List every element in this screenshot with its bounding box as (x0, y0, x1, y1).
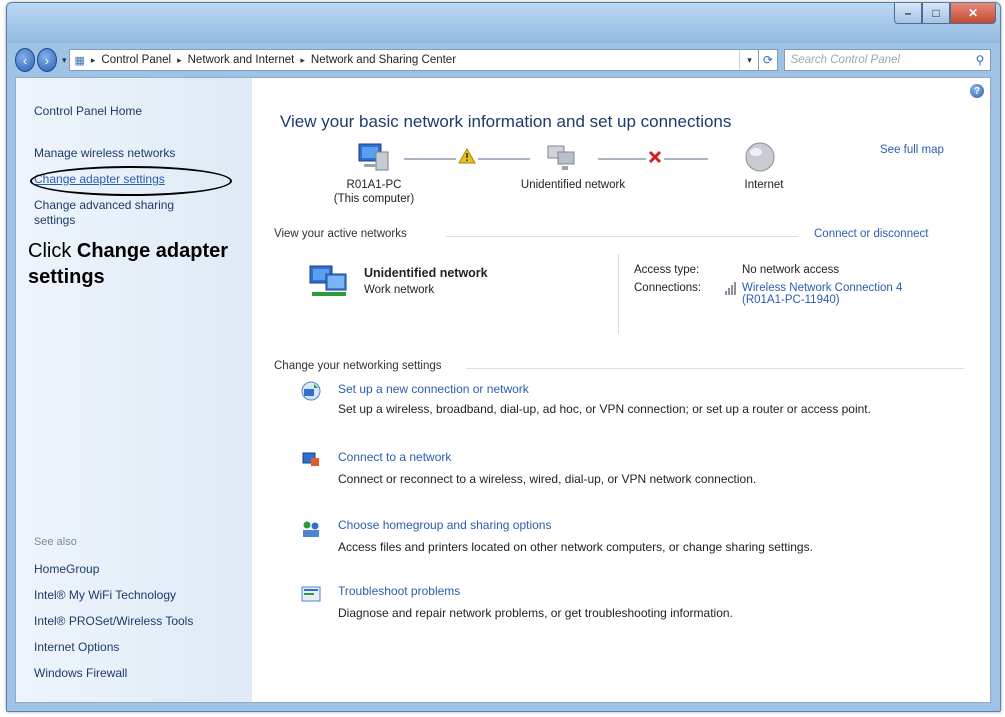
connections-label: Connections: (634, 282, 702, 294)
breadcrumb-control-panel[interactable]: Control Panel (101, 54, 171, 66)
instruction-callout: Click Change adapter settings (28, 238, 248, 290)
forward-button[interactable]: › (36, 48, 57, 72)
map-connector (478, 158, 530, 160)
map-connector (404, 158, 456, 160)
access-type-label: Access type: (634, 264, 700, 276)
active-network-type[interactable]: Work network (364, 284, 434, 296)
new-connection-icon (301, 381, 321, 401)
caption-buttons: – □ ✕ (894, 3, 996, 25)
map-connector (664, 158, 708, 160)
task-troubleshoot-link[interactable]: Troubleshoot problems (338, 584, 460, 598)
access-type-value: No network access (742, 264, 840, 276)
homegroup-icon (303, 521, 319, 537)
highlight-oval (30, 166, 232, 196)
map-connector (598, 158, 646, 160)
see-also-heading: See also (34, 536, 77, 548)
see-also-my-wifi[interactable]: Intel® My WiFi Technology (34, 588, 176, 603)
search-placeholder: Search Control Panel (790, 54, 900, 66)
sidebar-control-panel-home[interactable]: Control Panel Home (34, 104, 142, 119)
computer-sub: (This computer) (333, 193, 415, 205)
internet-globe-icon[interactable] (742, 140, 778, 174)
network-sharing-center-window: – □ ✕ ‹ › ▾ ▦ ▸ Control Panel ▸ Network … (6, 2, 1001, 712)
warning-icon (458, 148, 476, 164)
active-network-name: Unidentified network (364, 266, 488, 280)
chevron-right-icon[interactable]: ▸ (91, 55, 96, 66)
sidebar-item-advanced-sharing[interactable]: Change advanced sharing settings (34, 198, 224, 228)
breadcrumb-network-internet[interactable]: Network and Internet (188, 54, 295, 66)
address-bar[interactable]: ▦ ▸ Control Panel ▸ Network and Internet… (69, 49, 760, 71)
breadcrumb-network-sharing-center[interactable]: Network and Sharing Center (311, 54, 456, 66)
navigation-bar: ‹ › ▾ ▦ ▸ Control Panel ▸ Network and In… (15, 47, 991, 73)
address-dropdown-icon[interactable]: ▾ (739, 50, 758, 70)
section-divider (446, 236, 798, 237)
see-also-internet-options[interactable]: Internet Options (34, 640, 119, 655)
search-icon[interactable]: ⚲ (970, 53, 990, 67)
active-networks-label: View your active networks (274, 228, 407, 240)
internet-label: Internet (744, 179, 784, 191)
title-bar[interactable]: – □ ✕ (7, 3, 1000, 43)
network-icon[interactable] (546, 140, 582, 174)
page-title: View your basic network information and … (280, 112, 732, 131)
refresh-button[interactable]: ⟳ (759, 49, 778, 71)
callout-prefix: Click (28, 240, 77, 262)
back-button[interactable]: ‹ (15, 48, 35, 72)
network-workplace-icon (309, 265, 347, 296)
computer-name: R01A1-PC (346, 179, 402, 191)
task-homegroup-desc: Access files and printers located on oth… (338, 540, 813, 554)
control-panel-icon: ▦ (74, 54, 85, 67)
section-divider (466, 368, 964, 369)
recent-pages-icon[interactable]: ▾ (62, 55, 67, 66)
see-full-map-link[interactable]: See full map (880, 144, 944, 156)
connection-link-line2[interactable]: (R01A1-PC-11940) (742, 294, 902, 306)
sidebar-item-manage-wireless[interactable]: Manage wireless networks (34, 146, 175, 161)
wireless-connection-link[interactable]: Wireless Network Connection 4 (R01A1-PC-… (742, 282, 902, 306)
task-setup-connection-link[interactable]: Set up a new connection or network (338, 382, 529, 396)
error-x-icon (648, 150, 662, 164)
task-connect-network-link[interactable]: Connect to a network (338, 450, 451, 464)
see-also-proset[interactable]: Intel® PROSet/Wireless Tools (34, 614, 193, 629)
main-panel: ? View your basic network information an… (268, 78, 988, 698)
computer-icon[interactable] (356, 140, 392, 174)
maximize-button[interactable]: □ (922, 3, 950, 24)
vertical-divider (618, 254, 619, 334)
sidebar: Control Panel Home Manage wireless netwo… (16, 78, 252, 702)
change-settings-label: Change your networking settings (274, 360, 442, 372)
task-connect-network-desc: Connect or reconnect to a wireless, wire… (338, 472, 757, 486)
task-homegroup-link[interactable]: Choose homegroup and sharing options (338, 518, 551, 532)
search-input[interactable]: Search Control Panel ⚲ (783, 49, 991, 71)
connect-disconnect-link[interactable]: Connect or disconnect (814, 228, 928, 240)
wireless-signal-icon (725, 282, 736, 295)
task-setup-connection-desc: Set up a wireless, broadband, dial-up, a… (338, 402, 871, 416)
chevron-right-icon[interactable]: ▸ (177, 55, 182, 66)
network-label: Unidentified network (520, 179, 626, 191)
connection-link-line1[interactable]: Wireless Network Connection 4 (742, 282, 902, 294)
computer-label: R01A1-PC (This computer) (324, 178, 424, 206)
chevron-right-icon[interactable]: ▸ (300, 55, 305, 66)
see-also-windows-firewall[interactable]: Windows Firewall (34, 666, 127, 681)
see-also-homegroup[interactable]: HomeGroup (34, 562, 99, 577)
minimize-button[interactable]: – (894, 3, 922, 24)
task-troubleshoot-desc: Diagnose and repair network problems, or… (338, 606, 733, 620)
connect-network-icon (302, 452, 319, 466)
close-button[interactable]: ✕ (950, 3, 996, 24)
content-area: Control Panel Home Manage wireless netwo… (15, 77, 991, 703)
troubleshoot-icon (301, 586, 321, 602)
help-icon[interactable]: ? (970, 84, 984, 98)
